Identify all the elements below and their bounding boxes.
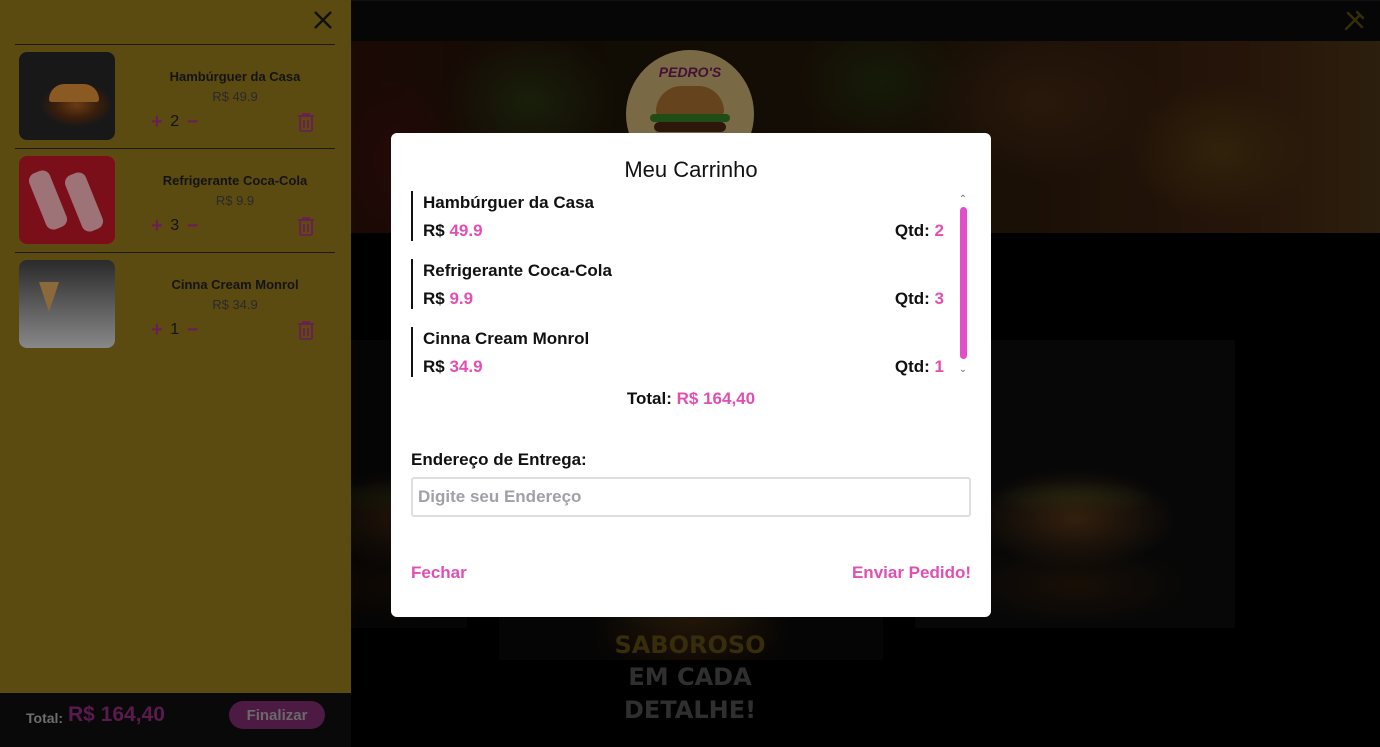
plus-icon[interactable]: + bbox=[151, 112, 163, 132]
modal-cart-list[interactable]: Hambúrguer da Casa R$ 49.9 Qtd: 2 Refrig… bbox=[411, 191, 971, 381]
sidebar-item-price: R$ 49.9 bbox=[212, 89, 258, 104]
burger-photo bbox=[19, 52, 115, 140]
item-name: Cinna Cream Monrol bbox=[423, 329, 590, 348]
item-quantity-value: 3 bbox=[934, 289, 944, 308]
list-item: Refrigerante Coca-Cola R$ 9.9 Qtd: 3 bbox=[411, 259, 951, 309]
sidebar-footer: Total: R$ 164,40 Finalizar bbox=[0, 693, 351, 747]
qty-label: Qtd: bbox=[894, 221, 930, 240]
address-input[interactable] bbox=[411, 477, 971, 517]
item-quantity-value: 1 bbox=[934, 357, 944, 376]
close-icon[interactable] bbox=[312, 9, 334, 31]
item-price-value: 34.9 bbox=[449, 357, 483, 376]
finalize-button[interactable]: Finalizar bbox=[229, 701, 325, 729]
trash-icon[interactable] bbox=[297, 112, 315, 132]
item-quantity-value: 2 bbox=[934, 221, 944, 240]
sidebar-item-price: R$ 9.9 bbox=[215, 193, 255, 208]
currency-label: R$ bbox=[423, 289, 445, 308]
item-price-value: 9.9 bbox=[449, 289, 474, 308]
sidebar-item-name: Cinna Cream Monrol bbox=[171, 277, 299, 292]
send-order-button[interactable]: Enviar Pedido! bbox=[852, 563, 971, 583]
total-value: R$ 164,40 bbox=[68, 703, 165, 726]
quantity-value: 2 bbox=[170, 113, 180, 130]
minus-icon[interactable]: − bbox=[187, 216, 199, 236]
quantity-value: 3 bbox=[170, 217, 180, 234]
item-quantity: Qtd: 3 bbox=[895, 289, 944, 309]
qty-label: Qtd: bbox=[894, 357, 930, 376]
minus-icon[interactable]: − bbox=[187, 320, 199, 340]
currency-label: R$ bbox=[423, 221, 445, 240]
sidebar-item-name: Hambúrguer da Casa bbox=[169, 69, 301, 84]
item-price-value: 49.9 bbox=[449, 221, 483, 240]
address-label: Endereço de Entrega: bbox=[411, 450, 587, 469]
scrollbar-thumb[interactable] bbox=[960, 207, 967, 359]
item-quantity: Qtd: 1 bbox=[895, 357, 944, 377]
quantity-stepper: + 2 − bbox=[151, 112, 199, 132]
modal-total-label: Total: bbox=[626, 389, 672, 408]
coca-cola-cans-photo bbox=[19, 156, 115, 244]
item-name: Refrigerante Coca-Cola bbox=[423, 261, 612, 280]
quantity-value: 1 bbox=[170, 321, 180, 338]
sidebar-cart-item: Refrigerante Coca-Cola R$ 9.9 + 3 − bbox=[15, 149, 335, 249]
modal-total: Total: R$ 164,40 bbox=[391, 389, 991, 409]
qty-label: Qtd: bbox=[894, 289, 930, 308]
plus-icon[interactable]: + bbox=[151, 320, 163, 340]
cinna-cream-photo bbox=[19, 260, 115, 348]
list-item: Cinna Cream Monrol R$ 34.9 Qtd: 1 bbox=[411, 327, 951, 377]
currency-label: R$ bbox=[423, 357, 445, 376]
item-price: R$ 49.9 bbox=[423, 221, 483, 241]
modal-total-value: R$ 164,40 bbox=[676, 389, 756, 408]
list-item: Hambúrguer da Casa R$ 49.9 Qtd: 2 bbox=[411, 191, 951, 241]
quantity-stepper: + 3 − bbox=[151, 216, 199, 236]
plus-icon[interactable]: + bbox=[151, 216, 163, 236]
total-label: Total: bbox=[26, 710, 64, 726]
cart-modal: Meu Carrinho Hambúrguer da Casa R$ 49.9 … bbox=[391, 133, 991, 617]
trash-icon[interactable] bbox=[297, 216, 315, 236]
chevron-down-icon[interactable]: ⌄ bbox=[958, 365, 968, 375]
quantity-stepper: + 1 − bbox=[151, 320, 199, 340]
trash-icon[interactable] bbox=[297, 320, 315, 340]
modal-title: Meu Carrinho bbox=[624, 157, 758, 182]
close-button[interactable]: Fechar bbox=[411, 563, 467, 583]
item-quantity: Qtd: 2 bbox=[895, 221, 944, 241]
chevron-up-icon[interactable]: ⌃ bbox=[958, 195, 968, 205]
item-name: Hambúrguer da Casa bbox=[423, 193, 594, 212]
minus-icon[interactable]: − bbox=[187, 112, 199, 132]
cart-sidebar: Hambúrguer da Casa R$ 49.9 + 2 − Refrige… bbox=[0, 0, 351, 693]
list-scrollbar[interactable]: ⌃ ⌄ bbox=[957, 195, 969, 375]
sidebar-item-price: R$ 34.9 bbox=[212, 297, 258, 312]
sidebar-cart-item: Cinna Cream Monrol R$ 34.9 + 1 − bbox=[15, 253, 335, 353]
sidebar-item-name: Refrigerante Coca-Cola bbox=[162, 173, 308, 188]
item-price: R$ 9.9 bbox=[423, 289, 473, 309]
sidebar-cart-item: Hambúrguer da Casa R$ 49.9 + 2 − bbox=[15, 45, 335, 145]
item-price: R$ 34.9 bbox=[423, 357, 483, 377]
